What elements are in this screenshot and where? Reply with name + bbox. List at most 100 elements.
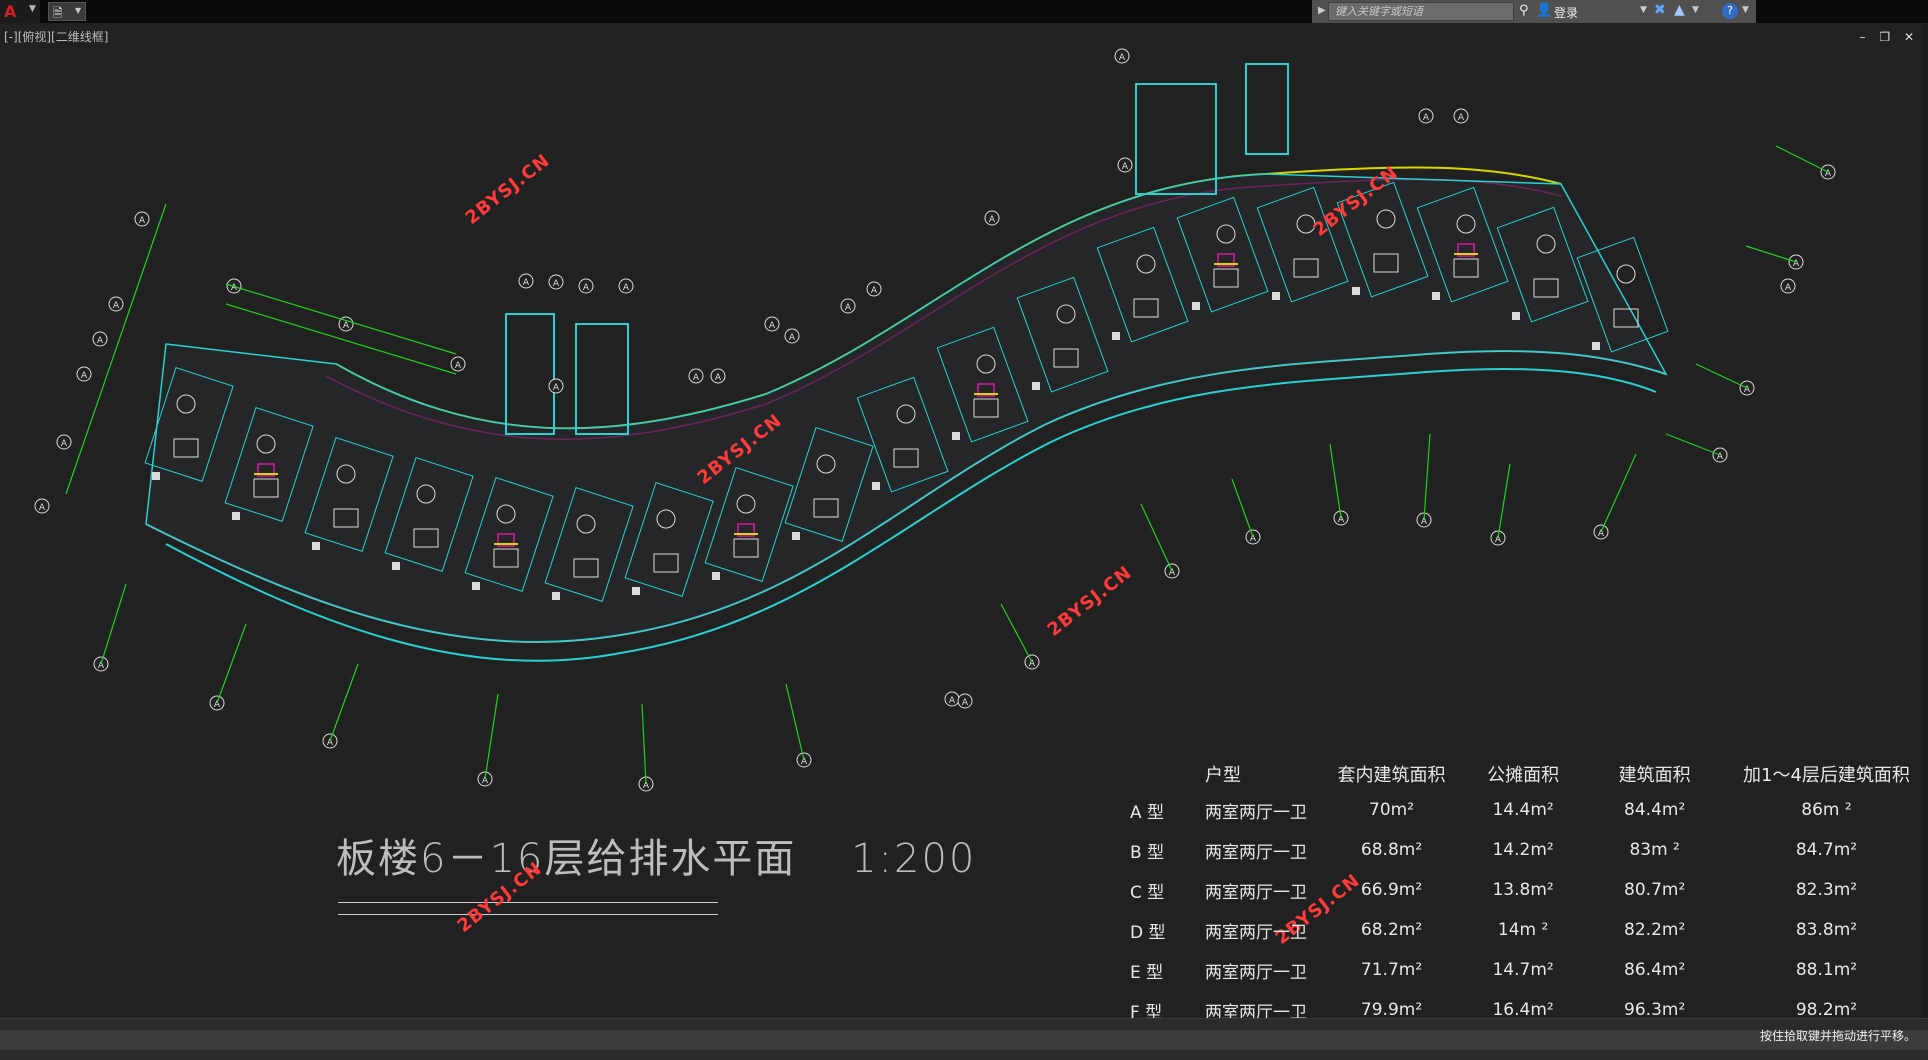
stair-tower-top — [1135, 83, 1217, 195]
column — [392, 562, 400, 570]
chevron-down-icon[interactable]: ▼ — [1640, 5, 1647, 15]
autodesk-a360-icon[interactable]: ▲ — [1674, 2, 1685, 18]
dining-table — [1616, 264, 1636, 284]
user-icon[interactable]: 👤 — [1536, 3, 1552, 18]
axis-label: A — [81, 371, 88, 381]
drawing-scale: 1:200 — [851, 836, 977, 882]
stair-tower-top-b — [1245, 63, 1289, 155]
column — [1112, 332, 1120, 340]
table-cell: 两室两厅一卫 — [1205, 842, 1308, 863]
table-header: 加1～4层后建筑面积 — [1743, 765, 1910, 786]
table-cell: C 型 — [1130, 882, 1165, 903]
axis-label: A — [97, 336, 104, 346]
axis-leader — [1000, 603, 1033, 663]
status-bar-strip — [0, 1050, 1928, 1060]
table-cell: E 型 — [1130, 962, 1164, 983]
table-cell: 70m² — [1369, 800, 1415, 820]
axis-label: A — [113, 301, 120, 311]
table-cell: 13.8m² — [1492, 880, 1554, 900]
status-message: 按住拾取键并拖动进行平移。 — [1759, 1029, 1916, 1043]
axis-label: A — [989, 215, 996, 225]
axis-leader — [1423, 433, 1431, 521]
status-bar: 按住拾取键并拖动进行平移。 — [0, 1029, 1928, 1060]
axis-label: A — [1250, 534, 1257, 544]
axis-label: A — [1717, 452, 1724, 462]
axis-label: A — [583, 283, 590, 293]
drawing-title: 板楼6－16层给排水平面 1:200 — [336, 826, 976, 884]
column — [872, 482, 880, 490]
expand-arrow-icon[interactable]: ▶ — [1318, 5, 1326, 16]
axis-leader — [1329, 443, 1342, 519]
column — [1272, 292, 1280, 300]
axis-label: A — [231, 283, 238, 293]
column — [312, 542, 320, 550]
table-cell: 88.1m² — [1795, 960, 1858, 980]
title-underline — [338, 902, 718, 903]
table-cell: 14.2m² — [1492, 840, 1554, 860]
table-row: E 型 两室两厅一卫 71.7m² 14.7m² 86.4m² 88.1m² — [1120, 950, 1928, 990]
axis-label: A — [343, 321, 350, 331]
table-cell: 84.7m² — [1795, 840, 1858, 860]
stair-tower-left — [505, 313, 555, 435]
title-underline — [338, 914, 718, 915]
table-cell: 两室两厅一卫 — [1205, 802, 1308, 823]
table-row: D 型 两室两厅一卫 68.2m² 14m ² 82.2m² 83.8m² — [1120, 910, 1928, 950]
column — [552, 592, 560, 600]
quick-access-button[interactable]: 🗎 ▼ — [48, 2, 86, 21]
axis-leader — [1665, 433, 1721, 456]
axis-label: A — [801, 757, 808, 767]
axis-label: A — [1169, 568, 1176, 578]
axis-label: A — [949, 696, 956, 706]
axis-label: A — [769, 321, 776, 331]
axis-leader — [1600, 453, 1637, 533]
table-header-row: 户型 套内建筑面积 公摊面积 建筑面积 加1～4层后建筑面积 — [1120, 758, 1928, 790]
axis-leader — [1695, 363, 1748, 389]
table-header: 户型 — [1205, 765, 1242, 786]
table-row: A 型 两室两厅一卫 70m² 14.4m² 84.4m² 86m ² — [1120, 790, 1928, 830]
table-cell: A 型 — [1130, 802, 1165, 823]
column — [1352, 287, 1360, 295]
unit-area-table: 户型 套内建筑面积 公摊面积 建筑面积 加1～4层后建筑面积 A 型两室两厅一卫… — [1120, 758, 1928, 1030]
autocad-a-icon: A — [4, 2, 17, 21]
table-cell: D 型 — [1130, 922, 1166, 943]
application-menu-button[interactable]: A ▼ — [0, 0, 40, 23]
stair-tower-left-b — [575, 323, 629, 435]
table-row: C 型 两室两厅一卫 66.9m² 13.8m² 80.7m² 82.3m² — [1120, 870, 1928, 910]
table-row: B 型 两室两厅一卫 68.8m² 14.2m² 83m ² 84.7m² — [1120, 830, 1928, 870]
infocenter-toolbar: ▶ ⚲ 👤 登录 ▼ ✖ ▲ ▼ ? ▼ — [1312, 0, 1756, 23]
table-cell: 68.2m² — [1360, 920, 1423, 940]
axis-label: A — [553, 383, 560, 393]
binoculars-icon[interactable]: ⚲ — [1519, 3, 1529, 18]
chevron-down-icon[interactable]: ▼ — [1692, 5, 1699, 15]
table-cell: 80.7m² — [1624, 880, 1686, 900]
axis-label: A — [1122, 162, 1129, 172]
axis-label: A — [1119, 53, 1126, 63]
help-icon[interactable]: ? — [1722, 3, 1738, 19]
open-file-icon: 🗎 — [53, 6, 63, 20]
login-button[interactable]: 登录 — [1554, 4, 1578, 21]
table-cell: 83.8m² — [1795, 920, 1858, 940]
axis-label: A — [693, 373, 700, 383]
table-body: A 型两室两厅一卫 70m² 14.4m² 84.4m² 86m ²B 型两室两厅一卫 6… — [1120, 790, 1928, 1030]
table-header-blank — [1120, 758, 1205, 790]
table-cell: 86.4m² — [1624, 960, 1686, 980]
vertical-scrollbar[interactable] — [1922, 24, 1928, 1030]
table-cell: 14.4m² — [1492, 800, 1554, 820]
column — [232, 512, 240, 520]
table-cell: 14.7m² — [1492, 960, 1554, 980]
axis-label: A — [845, 303, 852, 313]
axis-leader — [1775, 145, 1829, 173]
chevron-down-icon[interactable]: ▼ — [1742, 5, 1749, 15]
table-cell: 68.8m² — [1360, 840, 1423, 860]
axis-label: A — [61, 439, 68, 449]
axis-leader — [329, 663, 359, 742]
drawing-title-text: 板楼6－16层给排水平面 — [336, 836, 797, 882]
table-cell: 两室两厅一卫 — [1205, 922, 1308, 943]
column — [1192, 302, 1200, 310]
table-cell: 83m ² — [1629, 840, 1680, 860]
axis-label: A — [962, 698, 969, 708]
exchange-apps-icon[interactable]: ✖ — [1654, 2, 1666, 18]
axis-leader — [641, 703, 647, 785]
search-input[interactable] — [1328, 2, 1514, 21]
column — [152, 472, 160, 480]
